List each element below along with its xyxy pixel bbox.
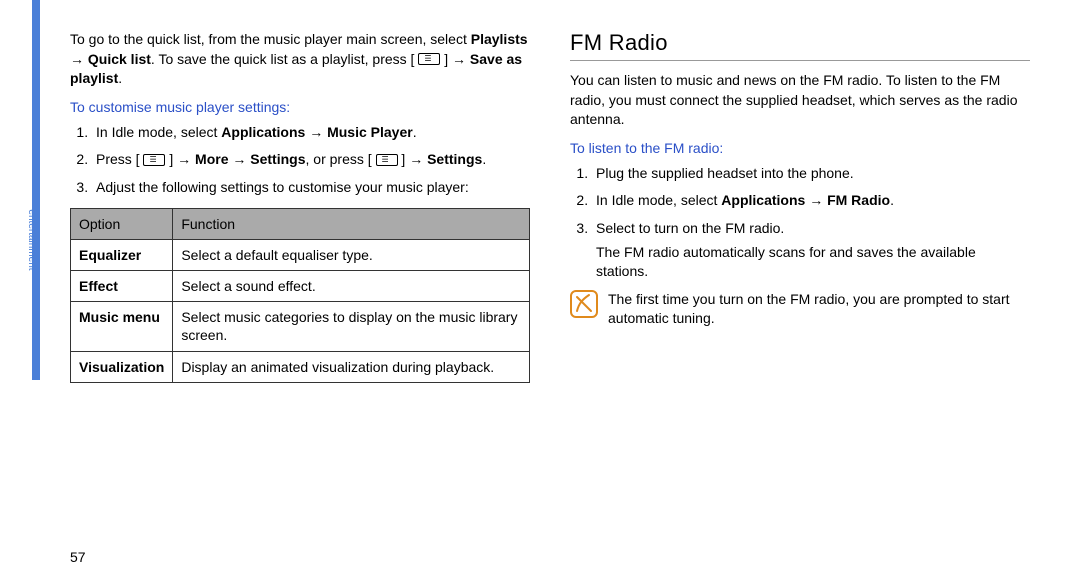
page-content: To go to the quick list, from the music … xyxy=(70,30,1060,383)
note-row: The first time you turn on the FM radio,… xyxy=(570,290,1030,329)
option-cell: Music menu xyxy=(71,302,173,351)
option-cell: Effect xyxy=(71,270,173,301)
settings-table: Option Function Equalizer Select a defau… xyxy=(70,208,530,383)
list-item: Press [ ] → More → Settings, or press [ … xyxy=(92,150,530,170)
text: . To save the quick list as a playlist, … xyxy=(151,51,418,67)
customise-settings-heading: To customise music player settings: xyxy=(70,99,530,115)
text: In Idle mode, select xyxy=(596,192,721,208)
menu-key-icon xyxy=(143,154,165,166)
text: . xyxy=(413,124,417,140)
text: Press [ xyxy=(96,151,143,167)
section-vertical-label: entertainment xyxy=(26,209,37,270)
list-item: Adjust the following settings to customi… xyxy=(92,178,530,198)
text: ] → xyxy=(165,151,195,167)
table-header-function: Function xyxy=(173,208,530,239)
page-number: 57 xyxy=(70,549,86,565)
text: ] → xyxy=(440,51,470,67)
text: . xyxy=(482,151,486,167)
fm-steps-list: Plug the supplied headset into the phone… xyxy=(592,164,1030,282)
list-item: In Idle mode, select Applications → Musi… xyxy=(92,123,530,143)
table-row: Equalizer Select a default equaliser typ… xyxy=(71,239,530,270)
right-column: FM Radio You can listen to music and new… xyxy=(570,30,1030,383)
function-cell: Select music categories to display on th… xyxy=(173,302,530,351)
note-icon xyxy=(570,290,598,318)
table-row: Visualization Display an animated visual… xyxy=(71,351,530,382)
text-bold: Applications → Music Player xyxy=(221,124,412,140)
text-bold: Applications → FM Radio xyxy=(721,192,890,208)
fm-radio-heading: FM Radio xyxy=(570,30,1030,61)
text: In Idle mode, select xyxy=(96,124,221,140)
text: ] → xyxy=(398,151,428,167)
table-row: Effect Select a sound effect. xyxy=(71,270,530,301)
note-text: The first time you turn on the FM radio,… xyxy=(608,290,1030,329)
function-cell: Select a default equaliser type. xyxy=(173,239,530,270)
option-cell: Visualization xyxy=(71,351,173,382)
step-sub-text: The FM radio automatically scans for and… xyxy=(596,243,1030,282)
text: To go to the quick list, from the music … xyxy=(70,31,471,47)
text: Select to turn on the FM radio. xyxy=(596,220,784,236)
list-item: Select to turn on the FM radio. The FM r… xyxy=(592,219,1030,282)
sidebar: entertainment xyxy=(0,0,40,585)
left-column: To go to the quick list, from the music … xyxy=(70,30,530,383)
option-cell: Equalizer xyxy=(71,239,173,270)
customise-steps-list: In Idle mode, select Applications → Musi… xyxy=(92,123,530,198)
text-bold: Settings xyxy=(427,151,482,167)
table-row: Music menu Select music categories to di… xyxy=(71,302,530,351)
function-cell: Select a sound effect. xyxy=(173,270,530,301)
listen-fm-heading: To listen to the FM radio: xyxy=(570,140,1030,156)
list-item: In Idle mode, select Applications → FM R… xyxy=(592,191,1030,211)
sidebar-accent-bar xyxy=(32,0,40,380)
function-cell: Display an animated visualization during… xyxy=(173,351,530,382)
text: . xyxy=(118,70,122,86)
fm-radio-intro: You can listen to music and news on the … xyxy=(570,71,1030,130)
text: , or press [ xyxy=(306,151,376,167)
text-bold: More → Settings xyxy=(195,151,305,167)
menu-key-icon xyxy=(376,154,398,166)
quick-list-paragraph: To go to the quick list, from the music … xyxy=(70,30,530,89)
table-header-option: Option xyxy=(71,208,173,239)
list-item: Plug the supplied headset into the phone… xyxy=(592,164,1030,184)
text: . xyxy=(890,192,894,208)
menu-key-icon xyxy=(418,53,440,65)
